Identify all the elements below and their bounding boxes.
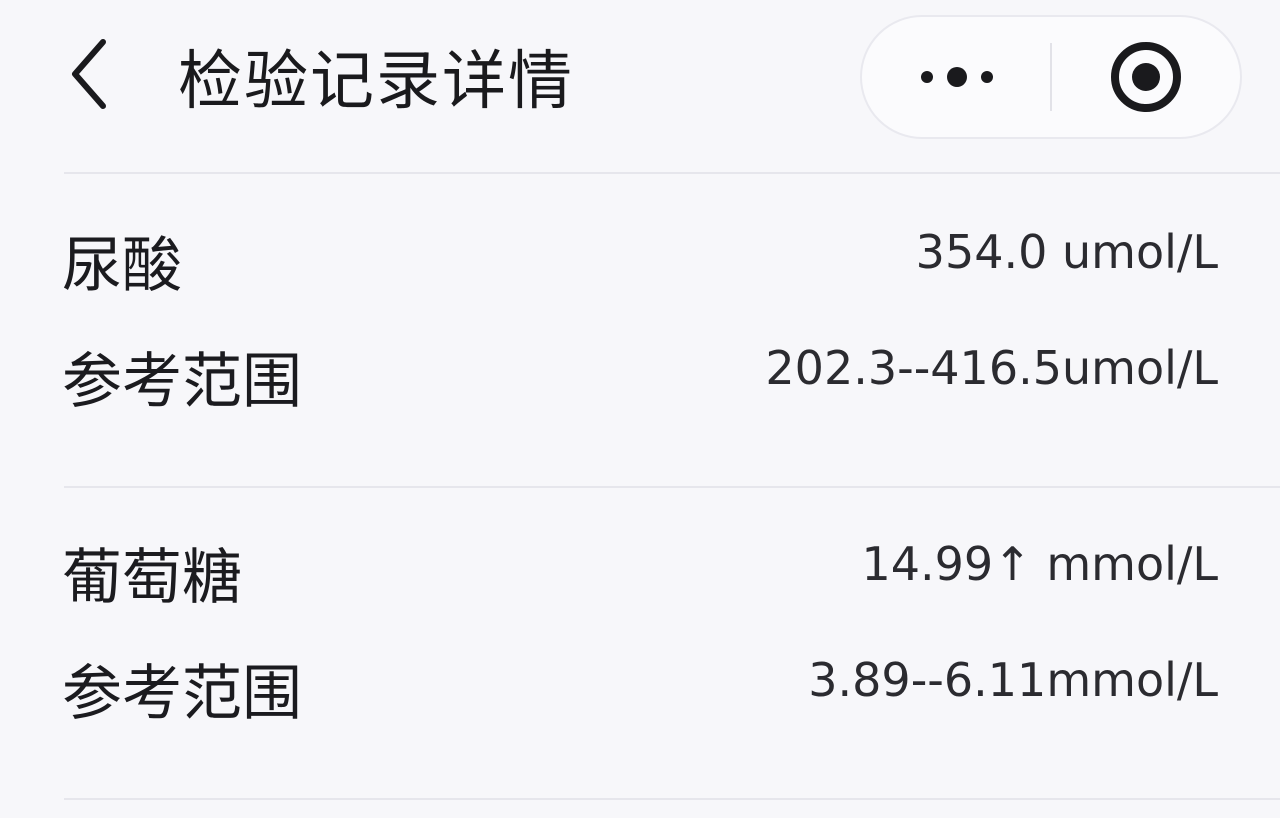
target-circle-icon <box>1111 42 1181 112</box>
result-value: 14.99↑ mmol/L <box>861 537 1218 591</box>
reference-range-label: 参考范围 <box>62 659 302 729</box>
page-title: 检验记录详情 <box>178 45 574 119</box>
divider <box>64 172 1280 174</box>
result-value: 354.0 umol/L <box>915 225 1218 279</box>
divider <box>64 486 1280 488</box>
reference-range-value: 3.89--6.11mmol/L <box>808 653 1218 707</box>
divider <box>64 798 1280 800</box>
result-name: 尿酸 <box>62 231 182 301</box>
reference-range-value: 202.3--416.5umol/L <box>765 341 1218 395</box>
back-button[interactable] <box>52 34 132 114</box>
chevron-left-icon <box>72 39 106 109</box>
close-button[interactable] <box>1052 17 1240 137</box>
navigation-bar: 检验记录详情 <box>0 0 1280 170</box>
mini-program-capsule <box>860 15 1242 139</box>
more-button[interactable] <box>862 17 1052 137</box>
reference-range-label: 参考范围 <box>62 347 302 417</box>
more-dots-icon <box>921 67 993 87</box>
result-name: 葡萄糖 <box>62 543 242 613</box>
